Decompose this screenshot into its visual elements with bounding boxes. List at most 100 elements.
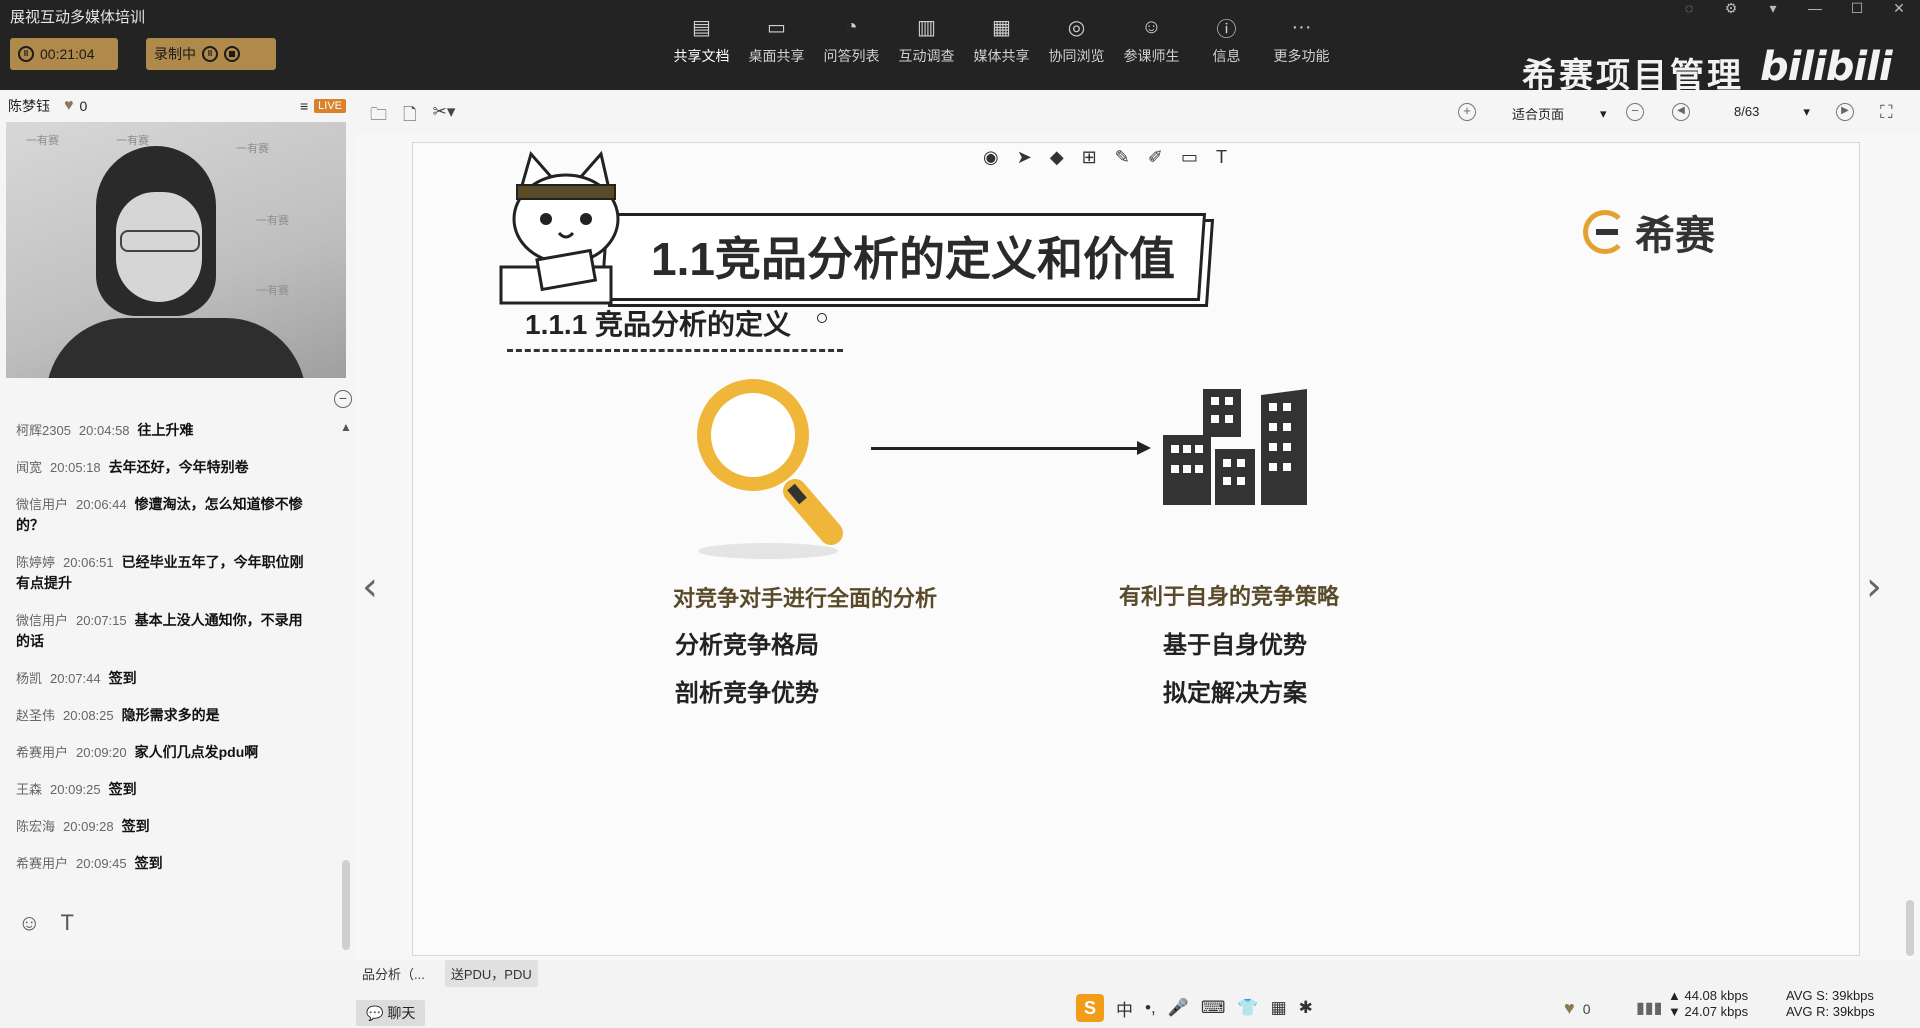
chat-user: 希赛用户	[16, 856, 69, 871]
skin-icon[interactable]: ◌	[1678, 0, 1700, 17]
close-icon[interactable]: ✕	[1888, 0, 1910, 17]
tool-share-doc[interactable]: ▤ 共享文档	[664, 14, 739, 66]
skin-shirt-icon[interactable]: 👕	[1237, 998, 1258, 1018]
scroll-thumb[interactable]	[342, 860, 350, 950]
tool-survey[interactable]: ▥ 互动调查	[889, 14, 964, 66]
chat-bubble-icon: 💬	[366, 1005, 388, 1021]
annotation-tools: ◉ ➤ ◆ ⊞ ✎ ✐ ▭ T	[983, 147, 1227, 168]
chat-user: 杨凯	[16, 671, 43, 686]
sogou-ime-icon[interactable]: S	[1076, 994, 1104, 1022]
scissors-icon[interactable]: ✂▾	[433, 102, 456, 131]
presenter-video[interactable]: 一有赛 一有赛 一有赛 一有赛 一有赛	[6, 122, 346, 378]
chat-time: 20:06:51	[63, 555, 114, 570]
menu-icon[interactable]: ▾	[1762, 0, 1784, 17]
pen-icon[interactable]: ✎	[1115, 147, 1130, 168]
folder-icon[interactable]: 🗀	[370, 102, 387, 131]
fullscreen-icon[interactable]: ⛶	[1880, 102, 1893, 123]
chat-text: 签到	[134, 855, 163, 871]
chat-user: 希赛用户	[16, 745, 69, 760]
collapse-icon[interactable]: −	[334, 390, 352, 408]
tool-label: 更多功能	[1273, 48, 1330, 64]
emoji-icon[interactable]: ☺	[18, 910, 40, 936]
presenter-actions: ≡ LIVE	[300, 98, 346, 114]
heart-icon[interactable]: ♥	[64, 97, 74, 115]
text-tool-icon[interactable]: T	[1216, 147, 1227, 168]
tool-media-share[interactable]: ▦ 媒体共享	[964, 14, 1039, 66]
text-format-icon[interactable]: T	[60, 910, 73, 936]
tool-participants[interactable]: ☺ 参课师生	[1114, 14, 1189, 66]
highlighter-icon[interactable]: ✐	[1148, 147, 1163, 168]
section-subtitle: 1.1.1 竞品分析的定义	[525, 309, 792, 340]
chat-time: 20:05:18	[50, 460, 101, 475]
minimize-icon[interactable]: —	[1804, 0, 1826, 17]
punctuation-icon[interactable]: •,	[1145, 998, 1156, 1018]
zoom-in-icon[interactable]: +	[1458, 103, 1476, 121]
fit-mode-select[interactable]: 适合页面 ▾	[1512, 104, 1607, 123]
more-icon: ···	[1291, 15, 1312, 38]
survey-chart-icon: ▥	[917, 16, 936, 39]
timer-pill[interactable]: II 00:21:04	[10, 38, 118, 70]
settings-icon[interactable]: ⚙	[1720, 0, 1742, 17]
dashed-underline	[507, 349, 843, 352]
tool-cobrowse[interactable]: ◎ 协同浏览	[1039, 14, 1114, 66]
tools-icon[interactable]: ✱	[1299, 998, 1313, 1018]
grid-icon[interactable]: ▦	[1271, 998, 1287, 1018]
doc-tab[interactable]: 送PDU，PDU	[444, 960, 538, 987]
doc-tab[interactable]: 品分析（...	[356, 960, 431, 987]
record-stop-icon[interactable]	[224, 46, 240, 62]
record-status: 录制中	[154, 46, 196, 62]
average-stats: AVG S: 39kbps AVG R: 39kbps	[1786, 988, 1875, 1020]
chat-message: 微信用户 20:06:44 惨遭淘汰，怎么知道惨不惨的？	[0, 494, 330, 536]
tool-label: 信息	[1212, 48, 1241, 64]
window-controls: ◌ ⚙ ▾ — ☐ ✕	[1678, 0, 1910, 17]
prev-page-icon[interactable]: ◀	[1672, 103, 1690, 121]
chat-message: 王森 20:09:25 签到	[0, 779, 330, 800]
eraser-icon[interactable]: ◆	[1050, 147, 1064, 168]
scroll-up-icon[interactable]: ▲	[340, 420, 352, 434]
tool-more[interactable]: ··· 更多功能	[1264, 14, 1339, 66]
tool-label: 协同浏览	[1048, 48, 1105, 64]
record-pause-icon[interactable]: II	[202, 46, 218, 62]
slide-next-arrow[interactable]: ›	[1866, 564, 1882, 610]
chat-scrollbar[interactable]: ▲ ▼	[340, 420, 352, 980]
chat-text: 签到	[108, 781, 137, 797]
compass-icon: ◎	[1067, 16, 1086, 39]
chat-text: 签到	[108, 670, 137, 686]
rectangle-icon[interactable]: ▭	[1181, 147, 1198, 168]
signal-icon: ▮▮▮	[1636, 1000, 1663, 1017]
record-control[interactable]: 录制中 II	[146, 38, 276, 70]
list-menu-icon[interactable]: ≡	[300, 98, 308, 114]
chat-list: 柯辉2305 20:04:58 往上升难 闻宽 20:05:18 去年还好，今年特别卷 …	[0, 420, 330, 980]
keyboard-icon[interactable]: ⌨	[1201, 998, 1226, 1018]
chat-text: 去年还好，今年特别卷	[108, 459, 249, 475]
maximize-icon[interactable]: ☐	[1846, 0, 1868, 17]
pause-icon: II	[18, 46, 34, 62]
tool-label: 参课师生	[1123, 48, 1180, 64]
left-point: 剖析竞争优势	[675, 680, 819, 707]
chevron-down-icon: ▾	[1600, 105, 1607, 121]
tool-desktop-share[interactable]: ▭ 桌面共享	[739, 14, 814, 66]
canvas-scrollbar[interactable]	[1906, 900, 1914, 956]
download-rate-value: 24.07 kbps	[1684, 1004, 1749, 1019]
slide-title: 1.1竞品分析的定义和价值	[651, 233, 1175, 285]
heart-icon[interactable]: ♥	[1564, 998, 1575, 1019]
buildings-icon	[1163, 389, 1307, 505]
chat-tab[interactable]: 💬 聊天	[356, 1000, 426, 1026]
chat-input-tools: ☺ T	[18, 910, 74, 936]
chat-time: 20:07:44	[50, 671, 101, 686]
tool-info[interactable]: ⓘ 信息	[1189, 14, 1264, 66]
tool-qa-list[interactable]: ◔ 问答列表	[814, 14, 889, 66]
laser-pointer-icon[interactable]: ◉	[983, 147, 999, 168]
page-select[interactable]: 8/63 ▾	[1734, 104, 1810, 120]
file-icon[interactable]: 🗋	[403, 102, 417, 131]
cursor-icon[interactable]: ➤	[1017, 147, 1032, 168]
slide-prev-arrow[interactable]: ‹	[362, 564, 378, 610]
avg-send: AVG S: 39kbps	[1786, 988, 1874, 1003]
microphone-icon[interactable]: 🎤	[1168, 998, 1189, 1018]
clear-icon[interactable]: ⊞	[1082, 147, 1097, 168]
left-panel: 陈梦钰 ♥ 0 ≡ LIVE 一有赛 一有赛 一有赛 一有赛 一有赛 − 柯辉2…	[0, 90, 356, 1028]
right-point: 拟定解决方案	[1163, 680, 1307, 707]
zoom-out-icon[interactable]: −	[1626, 103, 1644, 121]
next-page-icon[interactable]: ▶	[1836, 103, 1854, 121]
ime-mode[interactable]: 中	[1116, 996, 1133, 1021]
